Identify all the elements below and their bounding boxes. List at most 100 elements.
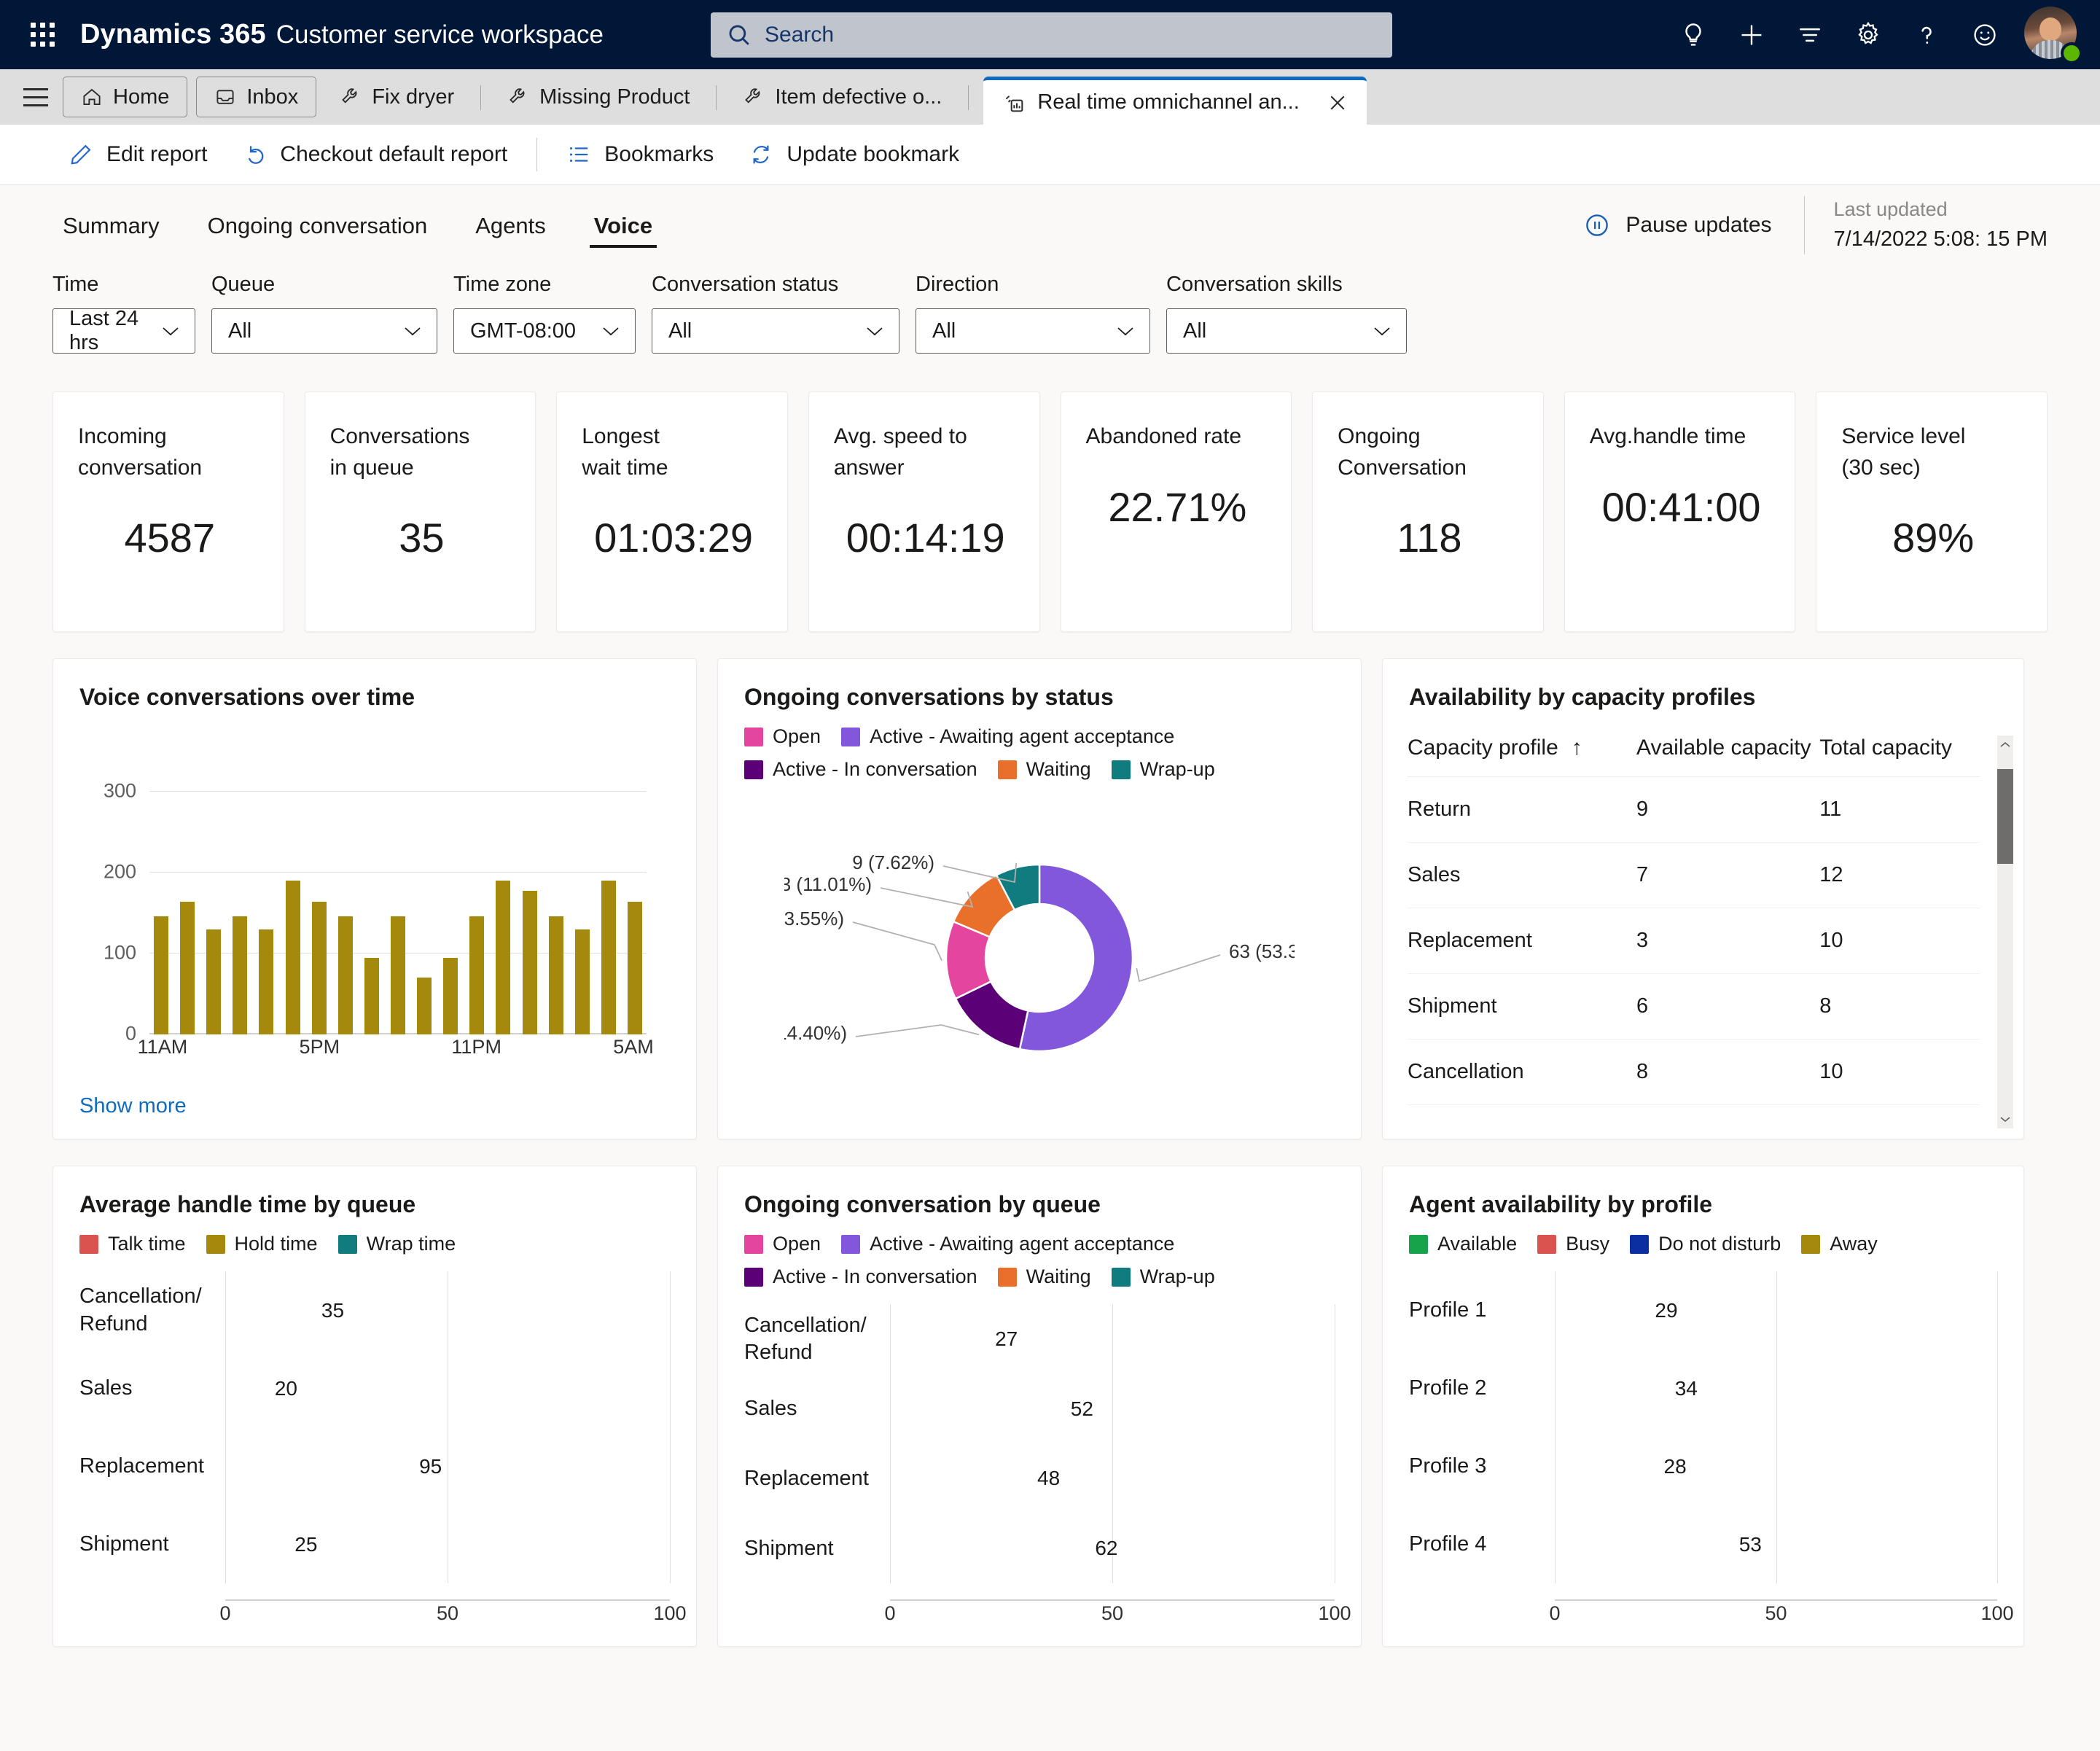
filter-select[interactable]: All — [211, 308, 437, 354]
scroll-up-icon[interactable] — [1997, 736, 2013, 754]
pause-updates-button[interactable]: Pause updates — [1583, 211, 1803, 239]
x-axis-tick-label: 50 — [1765, 1602, 1787, 1624]
bar[interactable] — [337, 916, 353, 1034]
tab-inbox[interactable]: Inbox — [196, 77, 317, 117]
bar[interactable] — [417, 978, 432, 1034]
bookmarks-button[interactable]: Bookmarks — [549, 133, 731, 176]
legend-item[interactable]: Do not disturb — [1630, 1233, 1781, 1255]
legend-item[interactable]: Active - Awaiting agent acceptance — [841, 725, 1174, 748]
legend-item[interactable]: Available — [1409, 1233, 1517, 1255]
site-map-toggle-button[interactable] — [13, 69, 58, 125]
bar[interactable] — [390, 916, 405, 1034]
table-row[interactable]: Replacement 3 10 — [1408, 908, 1980, 974]
bar[interactable] — [285, 881, 300, 1034]
legend-item[interactable]: Wrap-up — [1111, 1266, 1215, 1288]
kpi-card[interactable]: Abandoned rate 22.71% — [1060, 391, 1292, 632]
legend-item[interactable]: Open — [744, 725, 821, 748]
filter-select[interactable]: All — [916, 308, 1150, 354]
bar[interactable] — [364, 957, 379, 1034]
legend-item[interactable]: Active - In conversation — [744, 1266, 977, 1288]
session-tab-missing-product[interactable]: Missing Product — [491, 77, 706, 117]
filter-select[interactable]: Last 24 hrs — [52, 307, 195, 354]
tab-voice[interactable]: Voice — [584, 198, 663, 254]
filter-value: All — [228, 319, 252, 343]
show-more-link[interactable]: Show more — [79, 1094, 670, 1118]
tab-home[interactable]: Home — [63, 77, 188, 117]
kpi-card[interactable]: Ongoing Conversation 118 — [1312, 391, 1544, 632]
table-scrollbar[interactable] — [1997, 736, 2013, 1128]
update-bookmark-button[interactable]: Update bookmark — [731, 133, 977, 176]
bar[interactable] — [522, 890, 537, 1034]
filter-select[interactable]: All — [652, 308, 899, 354]
legend-label: Waiting — [1026, 1266, 1091, 1287]
kpi-card[interactable]: Conversations in queue 35 — [304, 391, 536, 632]
donut-data-label: 16 (13.55%) — [784, 908, 844, 929]
add-button[interactable] — [1725, 9, 1778, 61]
legend-item[interactable]: Open — [744, 1233, 821, 1255]
top-navigation-bar: Dynamics 365 Customer service workspace … — [0, 0, 2100, 69]
close-tab-button[interactable] — [1323, 88, 1352, 117]
scroll-down-icon[interactable] — [1997, 1110, 2013, 1128]
bar[interactable] — [469, 916, 485, 1034]
bar[interactable] — [548, 916, 563, 1034]
app-launcher-button[interactable] — [20, 13, 64, 57]
bar[interactable] — [601, 881, 616, 1034]
kpi-card[interactable]: Service level (30 sec) 89% — [1816, 391, 2048, 632]
bar[interactable] — [496, 881, 511, 1034]
filter-select[interactable]: All — [1166, 308, 1407, 354]
tab-divider — [480, 85, 482, 110]
search-input[interactable]: Search — [711, 12, 1392, 58]
session-tab-fix-dryer[interactable]: Fix dryer — [324, 77, 470, 117]
legend-item[interactable]: Talk time — [79, 1233, 186, 1255]
column-total-capacity[interactable]: Total capacity — [1819, 725, 1980, 777]
legend-item[interactable]: Waiting — [997, 758, 1091, 781]
filter-value: All — [668, 319, 692, 343]
legend-item[interactable]: Active - In conversation — [744, 758, 977, 781]
checkout-default-report-button[interactable]: Checkout default report — [225, 133, 525, 176]
feedback-button[interactable] — [1959, 9, 2011, 61]
filter-select[interactable]: GMT-08:00 — [453, 308, 636, 354]
kpi-card[interactable]: Avg.handle time 00:41:00 — [1564, 391, 1796, 632]
legend-item[interactable]: Away — [1801, 1233, 1878, 1255]
bar-row: Cancellation/Refund 35 — [79, 1284, 670, 1335]
session-tab-real-time-omnichannel[interactable]: Real time omnichannel an... — [983, 77, 1367, 125]
bar[interactable] — [574, 929, 590, 1034]
brand[interactable]: Dynamics 365 Customer service workspace — [80, 19, 604, 50]
legend-item[interactable]: Wrap time — [337, 1233, 456, 1255]
bar[interactable] — [311, 902, 327, 1034]
bar-row: Sales 52 — [744, 1387, 1335, 1432]
kpi-card[interactable]: Incoming conversation 4587 — [52, 391, 284, 632]
edit-report-button[interactable]: Edit report — [51, 133, 225, 176]
column-capacity-profile[interactable]: Capacity profile ↑ — [1408, 725, 1636, 777]
filter-button[interactable] — [1784, 9, 1836, 61]
bar[interactable] — [259, 929, 274, 1034]
help-button[interactable] — [1900, 9, 1953, 61]
kpi-card[interactable]: Longest wait time 01:03:29 — [556, 391, 788, 632]
session-tab-item-defective[interactable]: Item defective o... — [727, 77, 958, 117]
bar[interactable] — [627, 902, 642, 1034]
legend-item[interactable]: Hold time — [206, 1233, 318, 1255]
bar-total-label: 52 — [1070, 1397, 1093, 1420]
kpi-card[interactable]: Avg. speed to answer 00:14:19 — [808, 391, 1040, 632]
bar[interactable] — [154, 916, 168, 1034]
legend-item[interactable]: Busy — [1537, 1233, 1609, 1255]
scrollbar-thumb[interactable] — [1997, 769, 2013, 864]
legend-item[interactable]: Wrap-up — [1111, 758, 1215, 781]
tab-summary[interactable]: Summary — [52, 198, 170, 254]
table-row[interactable]: Cancellation 8 10 — [1408, 1039, 1980, 1105]
user-avatar-button[interactable] — [2024, 6, 2083, 64]
bar[interactable] — [233, 916, 248, 1034]
table-row[interactable]: Sales 7 12 — [1408, 842, 1980, 908]
column-available-capacity[interactable]: Available capacity — [1636, 725, 1820, 777]
table-row[interactable]: Return 9 11 — [1408, 776, 1980, 843]
tab-ongoing-conversation[interactable]: Ongoing conversation — [198, 198, 438, 254]
tab-agents[interactable]: Agents — [465, 198, 556, 254]
settings-button[interactable] — [1842, 9, 1894, 61]
bar[interactable] — [443, 957, 458, 1034]
bar[interactable] — [180, 902, 195, 1034]
table-row[interactable]: Shipment 6 8 — [1408, 973, 1980, 1040]
legend-item[interactable]: Active - Awaiting agent acceptance — [841, 1233, 1174, 1255]
legend-item[interactable]: Waiting — [997, 1266, 1091, 1288]
bar[interactable] — [206, 929, 222, 1034]
lightbulb-button[interactable] — [1667, 9, 1720, 61]
